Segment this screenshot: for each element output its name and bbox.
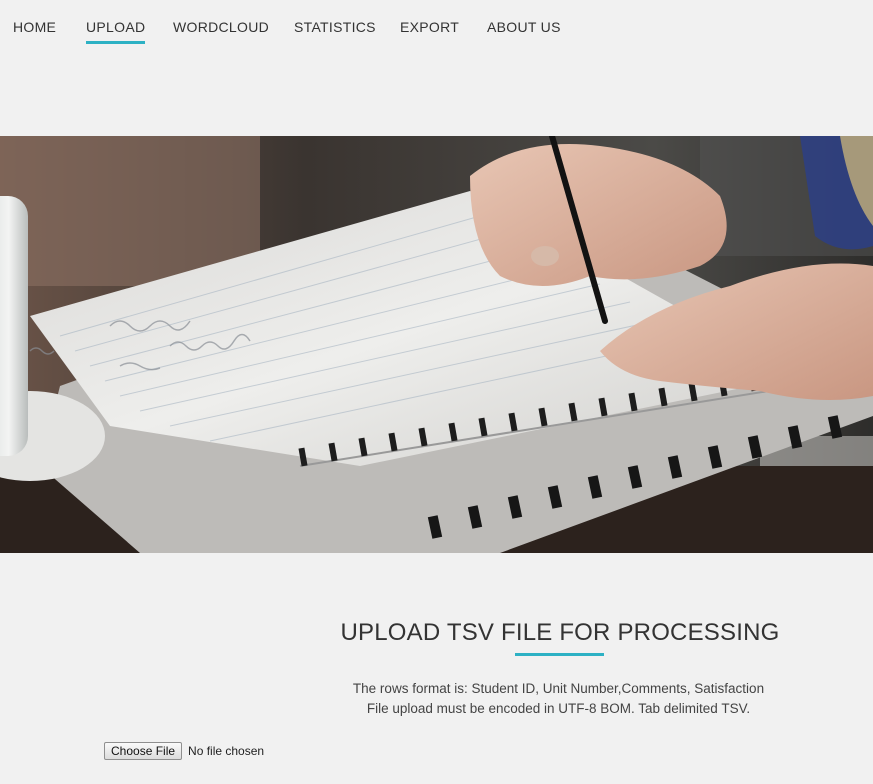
nav-export[interactable]: EXPORT: [400, 19, 459, 35]
top-nav: HOME UPLOAD WORDCLOUD STATISTICS EXPORT …: [0, 0, 873, 60]
nav-upload[interactable]: UPLOAD: [86, 19, 146, 44]
file-upload-control: Choose File No file chosen: [104, 742, 264, 760]
nav-about-us[interactable]: ABOUT US: [487, 19, 561, 35]
nav-wordcloud[interactable]: WORDCLOUD: [173, 19, 269, 35]
nav-statistics[interactable]: STATISTICS: [294, 19, 376, 35]
choose-file-button[interactable]: Choose File: [104, 742, 183, 760]
format-description: The rows format is: Student ID, Unit Num…: [352, 681, 765, 696]
notebook-photo: [0, 136, 873, 553]
hero-image: [0, 136, 873, 553]
file-status-text: No file chosen: [188, 744, 265, 758]
nav-home[interactable]: HOME: [13, 19, 56, 35]
encoding-description: File upload must be encoded in UTF-8 BOM…: [366, 701, 751, 716]
page-title: UPLOAD TSV FILE FOR PROCESSING: [340, 619, 780, 646]
title-underline: [515, 653, 604, 656]
